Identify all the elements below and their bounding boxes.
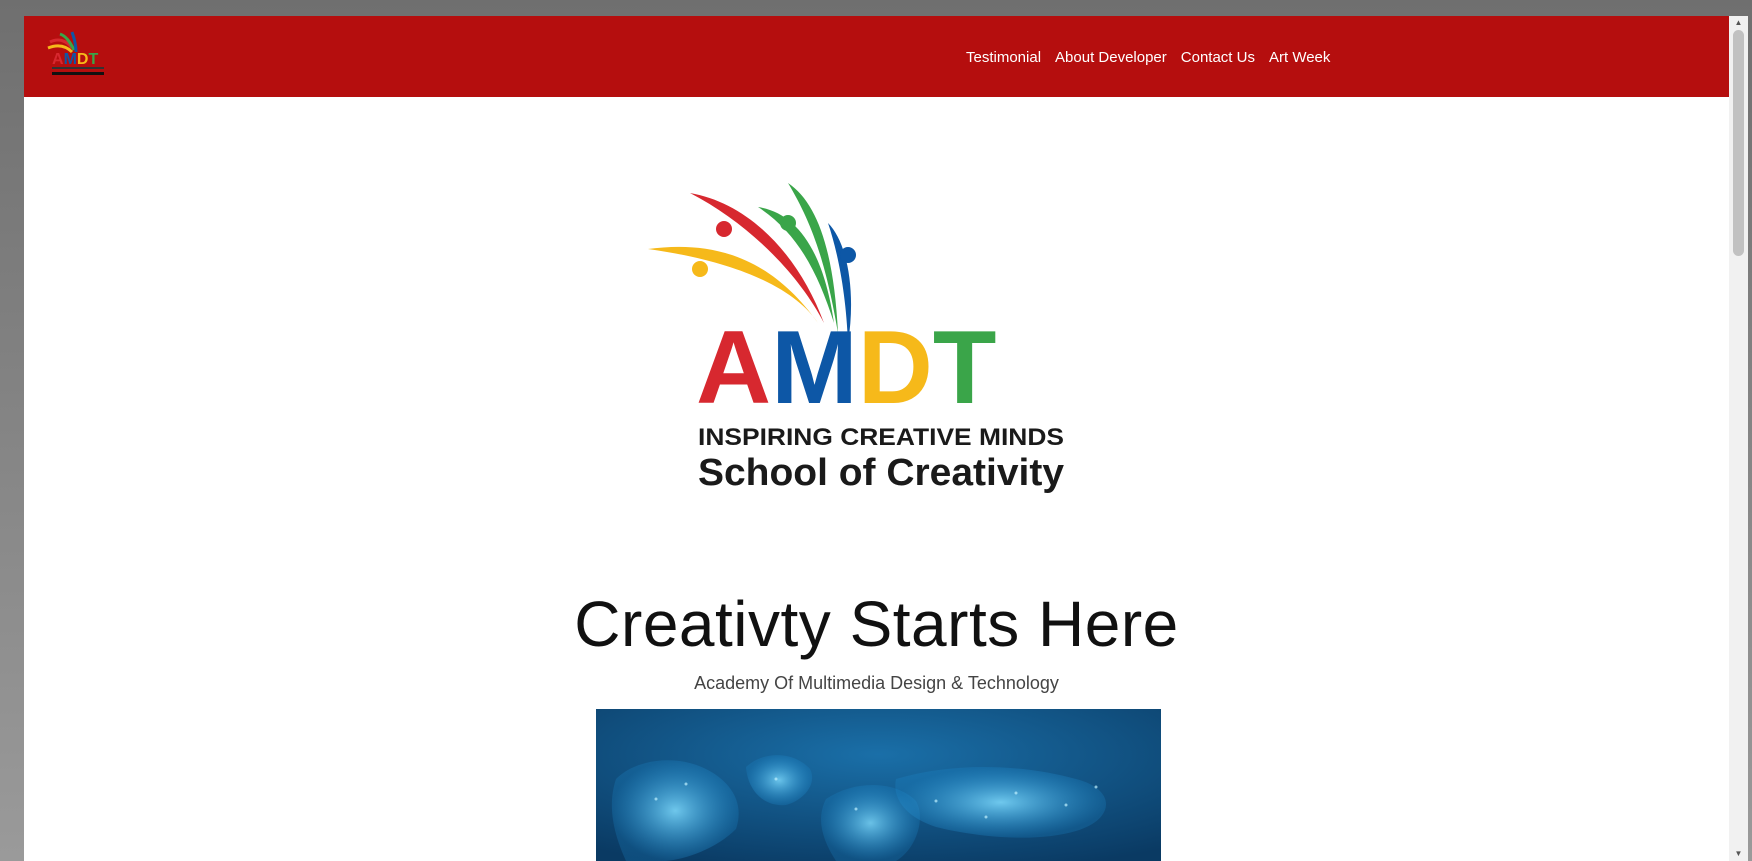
- logo-letter-a: A: [696, 310, 771, 426]
- logo-letter-d: D: [858, 310, 933, 426]
- brand-letter-t: T: [88, 51, 98, 68]
- nav-link-about-developer[interactable]: About Developer: [1055, 48, 1167, 68]
- nav-link-contact-us[interactable]: Contact Us: [1181, 48, 1255, 68]
- page-viewport: AMDT Testimonial About Developer Contact…: [24, 16, 1729, 861]
- scroll-up-arrow-icon[interactable]: ▲: [1729, 16, 1748, 30]
- brand-logo[interactable]: AMDT: [44, 28, 116, 80]
- hero-subtitle: Academy Of Multimedia Design & Technolog…: [694, 673, 1059, 693]
- brand-letter-m: M: [64, 51, 77, 68]
- top-navbar: AMDT Testimonial About Developer Contact…: [24, 16, 1729, 97]
- brand-letter-d: D: [77, 51, 89, 68]
- scroll-thumb[interactable]: [1733, 30, 1744, 256]
- vertical-scrollbar[interactable]: ▲ ▼: [1729, 16, 1748, 861]
- hero-logo: AMDT INSPIRING CREATIVE MINDS School of …: [648, 183, 1064, 494]
- logo-letter-t: T: [933, 310, 997, 426]
- nav-links: Testimonial About Developer Contact Us A…: [966, 48, 1344, 68]
- hero-title: Creativty Starts Here: [574, 588, 1179, 660]
- logo-subtitle: School of Creativity: [698, 452, 1064, 494]
- svg-text:AMDT: AMDT: [696, 310, 996, 426]
- logo-letter-m: M: [771, 310, 858, 426]
- svg-text:AMDT: AMDT: [52, 51, 98, 68]
- nav-link-testimonial[interactable]: Testimonial: [966, 48, 1041, 68]
- scroll-down-arrow-icon[interactable]: ▼: [1729, 847, 1748, 861]
- brand-letter-a: A: [52, 51, 64, 68]
- logo-tagline: INSPIRING CREATIVE MINDS: [698, 424, 1064, 451]
- world-map-network-icon: [596, 709, 1161, 861]
- nav-link-art-week[interactable]: Art Week: [1269, 48, 1330, 68]
